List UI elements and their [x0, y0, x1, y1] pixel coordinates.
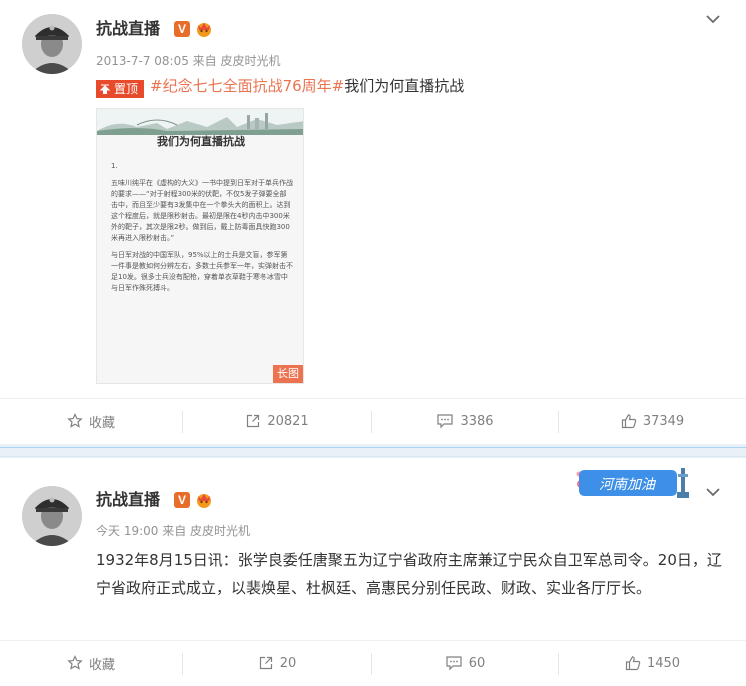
star-icon — [67, 655, 83, 670]
image-paragraph-2: 与日军对战的中国军队，95%以上的士兵是文盲，参军第一件事是教如何分辨左右，多数… — [111, 251, 293, 292]
comment-icon — [437, 414, 454, 429]
comment-count: 3386 — [460, 413, 494, 429]
star-icon — [67, 413, 83, 428]
comment-button[interactable]: 60 — [372, 641, 558, 685]
author-name[interactable]: 抗战直播 — [96, 489, 160, 511]
image-num: 1. — [111, 162, 118, 170]
image-paragraph-1: 五味川纯平在《虚构的大义》一书中提到日军对于单兵作战的要求——“对于射程300米… — [111, 179, 293, 242]
repost-icon — [247, 414, 260, 428]
pinned-label: 置顶 — [114, 82, 139, 96]
like-count: 1450 — [646, 655, 681, 671]
favorite-button[interactable]: 收藏 — [0, 399, 182, 443]
author-name[interactable]: 抗战直播 — [96, 18, 160, 40]
post-text: 1932年8月15日讯：张学良委任唐聚五为辽宁省政府主席兼辽宁民众自卫军总司令。… — [96, 551, 722, 597]
pin-icon — [100, 84, 110, 94]
topic-link[interactable]: #纪念七七全面抗战76周年# — [150, 77, 344, 95]
chevron-down-icon[interactable] — [705, 11, 721, 27]
long-image-thumbnail[interactable]: 我们为何直播抗战 1. 五味川纯平在《虚构的大义》一书中提到日军对于单兵作战的要… — [96, 108, 304, 384]
repost-button[interactable]: 20821 — [183, 399, 371, 443]
favorite-label: 收藏 — [88, 415, 115, 431]
skyline-banner — [97, 109, 303, 135]
image-body: 1. 五味川纯平在《虚构的大义》一书中提到日军对于单兵作战的要求——“对于射程3… — [111, 161, 293, 300]
long-image-badge: 长图 — [273, 365, 303, 383]
favorite-button[interactable]: 收藏 — [0, 641, 182, 685]
feed-divider — [0, 444, 746, 458]
vip-crown-icon — [197, 23, 211, 37]
thumbs-up-icon — [625, 656, 641, 671]
post-text: 置顶 #纪念七七全面抗战76周年#我们为何直播抗战 — [96, 75, 464, 98]
post-body: 我们为何直播抗战 — [344, 77, 465, 95]
author-avatar[interactable] — [22, 486, 82, 546]
post-meta: 今天 19:00 来自 皮皮时光机 — [96, 524, 251, 538]
repost-button[interactable]: 20 — [183, 641, 371, 685]
repost-icon — [259, 656, 272, 670]
chevron-down-icon[interactable] — [705, 484, 721, 500]
pinned-badge: 置顶 — [96, 80, 145, 98]
post-meta: 2013-7-7 08:05 来自 皮皮时光机 — [96, 54, 281, 68]
weibo-post-1: 抗战直播 V 2013-7-7 08:05 来自 皮皮时光机 置顶 #纪念七七全… — [0, 0, 746, 444]
favorite-label: 收藏 — [88, 657, 115, 673]
verified-badge: V — [174, 492, 190, 508]
comment-button[interactable]: 3386 — [372, 399, 558, 443]
thumbs-up-icon — [621, 414, 637, 429]
like-count: 37349 — [642, 413, 685, 429]
image-title: 我们为何直播抗战 — [157, 135, 245, 148]
like-button[interactable]: 37349 — [559, 399, 746, 443]
action-bar: 收藏 20821 3386 37349 — [0, 398, 746, 443]
author-avatar[interactable] — [22, 14, 82, 74]
action-bar: 收藏 20 60 1450 — [0, 640, 746, 685]
like-button[interactable]: 1450 — [559, 641, 746, 685]
comment-icon — [446, 656, 462, 671]
repost-count: 20821 — [267, 413, 309, 429]
vip-crown-icon — [197, 494, 211, 508]
repost-count: 20 — [279, 655, 297, 671]
comment-count: 60 — [468, 655, 486, 671]
verified-badge: V — [174, 21, 190, 37]
